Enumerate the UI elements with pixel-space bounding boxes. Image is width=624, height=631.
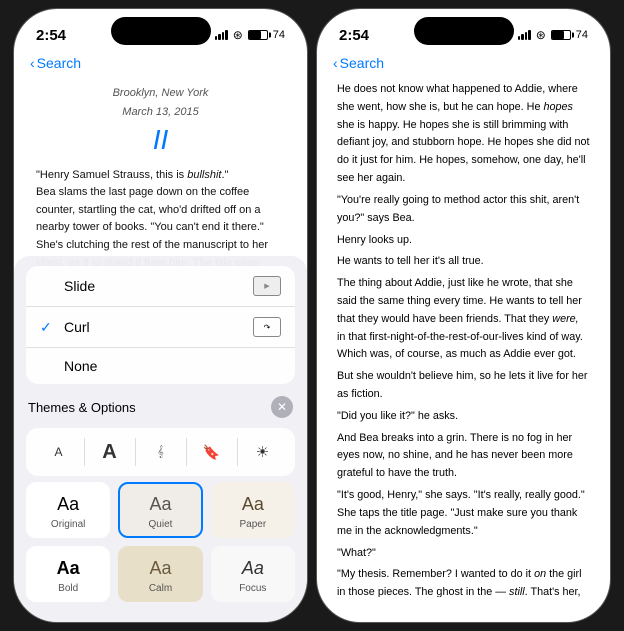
curl-check: ✓ <box>40 319 56 336</box>
theme-focus-label: Focus <box>239 583 266 594</box>
right-phone: 2:54 ⊛ 74 ‹ Search He do <box>316 8 611 623</box>
font-icon: 𝄞 <box>157 446 164 459</box>
slide-icon: ▶ <box>253 276 281 296</box>
book-date: March 13, 2015 <box>36 104 285 121</box>
book-content-right: He does not know what happened to Addie,… <box>317 77 610 597</box>
text-controls: A A 𝄞 🔖 ☀ <box>26 428 295 476</box>
theme-focus-aa: Aa <box>242 558 264 579</box>
small-text-button[interactable]: A <box>43 436 75 468</box>
wifi-icon-right: ⊛ <box>536 28 546 42</box>
left-phone: 2:54 ⊛ 74 ‹ Search Brook <box>13 8 308 623</box>
theme-original[interactable]: Aa Original <box>26 482 110 538</box>
status-icons-right: ⊛ 74 <box>518 28 588 42</box>
bookmark-icon: 🔖 <box>203 444 220 461</box>
theme-original-aa: Aa <box>57 494 79 515</box>
book-chapter: II <box>36 123 285 157</box>
theme-grid: Aa Original Aa Quiet Aa Paper Aa Bold Aa <box>26 482 295 602</box>
curl-icon: ↷ <box>253 317 281 337</box>
font-button[interactable]: 𝄞 <box>145 436 177 468</box>
large-text-button[interactable]: A <box>94 436 126 468</box>
slide-menu: Slide ▶ ✓ Curl ↷ <box>26 266 295 384</box>
theme-calm-aa: Aa <box>149 558 171 579</box>
back-button-left[interactable]: ‹ Search <box>30 55 81 71</box>
book-title-area: Brooklyn, New York March 13, 2015 II <box>36 85 285 157</box>
time-left: 2:54 <box>36 27 66 44</box>
battery-icon-right <box>551 30 571 40</box>
theme-calm-label: Calm <box>149 583 172 594</box>
divider-4 <box>237 438 238 466</box>
theme-calm[interactable]: Aa Calm <box>118 546 202 602</box>
nav-bar-right: ‹ Search <box>317 53 610 77</box>
chevron-left-icon-right: ‹ <box>333 55 338 71</box>
theme-quiet-label: Quiet <box>149 519 173 530</box>
slide-option-none[interactable]: None <box>26 348 295 384</box>
theme-bold-label: Bold <box>58 583 78 594</box>
curl-label: Curl <box>64 319 90 335</box>
brightness-button[interactable]: ☀ <box>247 436 279 468</box>
back-button-right[interactable]: ‹ Search <box>333 55 384 71</box>
theme-focus[interactable]: Aa Focus <box>211 546 295 602</box>
signal-icon <box>215 30 228 40</box>
theme-bold[interactable]: Aa Bold <box>26 546 110 602</box>
status-bar-left: 2:54 ⊛ 74 <box>14 9 307 53</box>
theme-original-label: Original <box>51 519 85 530</box>
panel-overlay: Slide ▶ ✓ Curl ↷ <box>14 256 307 622</box>
battery-pct: 74 <box>273 29 285 41</box>
battery-icon <box>248 30 268 40</box>
divider-3 <box>186 438 187 466</box>
none-label: None <box>64 358 97 374</box>
bookmark-button[interactable]: 🔖 <box>196 436 228 468</box>
divider-2 <box>135 438 136 466</box>
battery-pct-right: 74 <box>576 29 588 41</box>
slide-label: Slide <box>64 278 95 294</box>
slide-option-curl[interactable]: ✓ Curl ↷ <box>26 307 295 348</box>
nav-bar-left: ‹ Search <box>14 53 307 77</box>
status-bar-right: 2:54 ⊛ 74 <box>317 9 610 53</box>
theme-paper-aa: Aa <box>242 494 264 515</box>
right-text: He does not know what happened to Addie,… <box>337 81 590 597</box>
theme-paper-label: Paper <box>239 519 266 530</box>
chevron-left-icon: ‹ <box>30 55 35 71</box>
theme-paper[interactable]: Aa Paper <box>211 482 295 538</box>
themes-label: Themes & Options <box>28 400 136 415</box>
divider-1 <box>84 438 85 466</box>
signal-icon-right <box>518 30 531 40</box>
wifi-icon: ⊛ <box>233 28 243 42</box>
book-location: Brooklyn, New York <box>36 85 285 102</box>
brightness-icon: ☀ <box>256 443 269 461</box>
themes-header: Themes & Options ✕ <box>14 390 307 424</box>
theme-quiet-aa: Aa <box>149 494 171 515</box>
status-icons-left: ⊛ 74 <box>215 28 285 42</box>
time-right: 2:54 <box>339 27 369 44</box>
back-label-right: Search <box>340 55 384 71</box>
slide-option-slide[interactable]: Slide ▶ <box>26 266 295 307</box>
theme-quiet[interactable]: Aa Quiet <box>118 482 202 538</box>
back-label-left: Search <box>37 55 81 71</box>
close-button[interactable]: ✕ <box>271 396 293 418</box>
theme-bold-aa: Aa <box>57 558 80 579</box>
